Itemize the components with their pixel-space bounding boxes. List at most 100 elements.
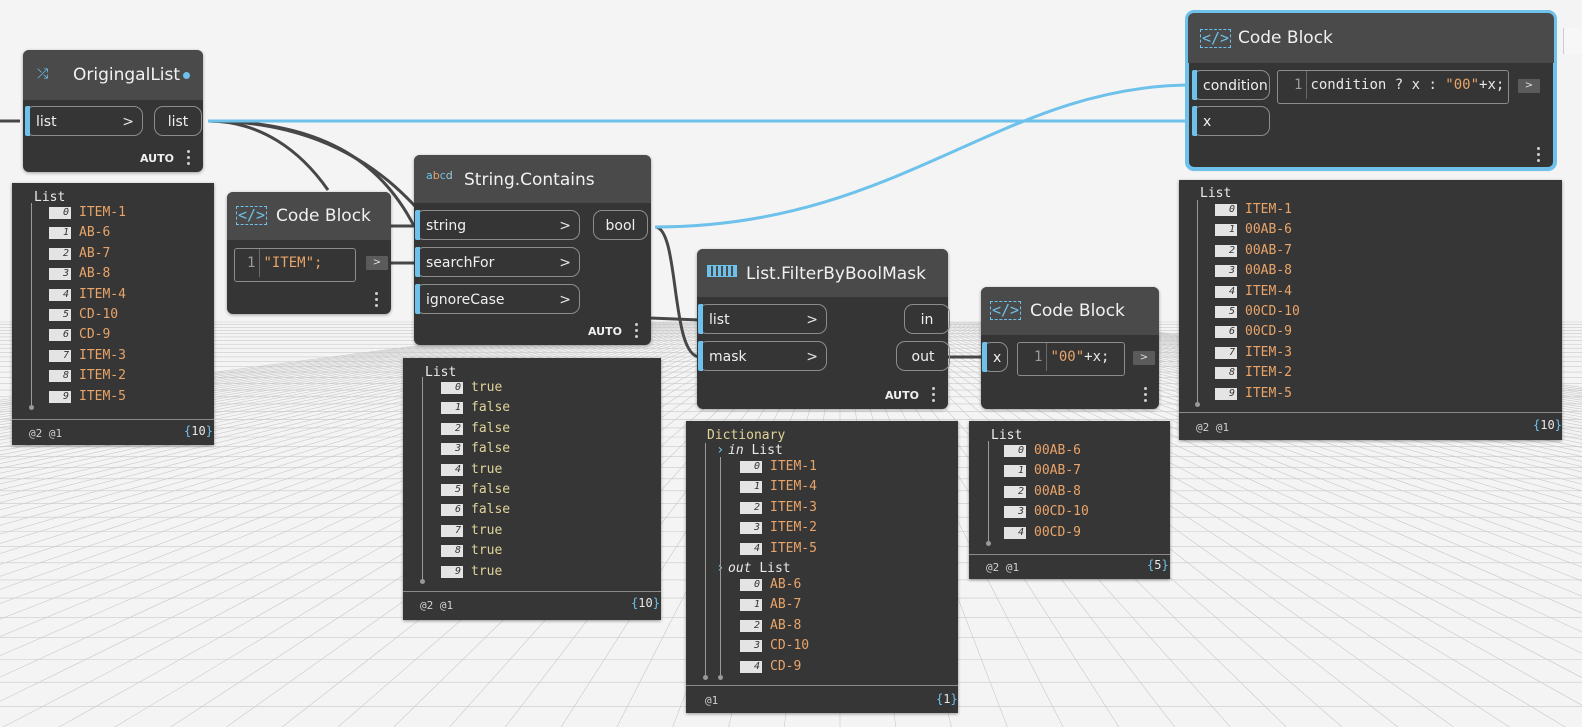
input-port-searchfor[interactable]: searchFor >	[415, 247, 580, 277]
lacing-label[interactable]: AUTO	[588, 325, 622, 338]
port-label: condition	[1203, 78, 1268, 94]
list-index: 6	[441, 504, 463, 517]
list-index: 4	[740, 660, 762, 673]
list-index: 0	[1215, 204, 1237, 216]
item-count: {10}	[184, 424, 213, 438]
codeblock-condition-node[interactable]: </> Code Block condition x 1 condition ? …	[1185, 10, 1557, 171]
originallist-node[interactable]: ⤮ OrigingalList list > list AUTO	[23, 50, 203, 172]
shuffle-icon: ⤮	[37, 66, 49, 82]
code-text: "ITEM";	[263, 255, 323, 271]
list-index: 9	[1215, 387, 1237, 400]
list-value: 00AB-7	[1245, 242, 1292, 258]
preview-string-contains[interactable]: List 0 true 1 false 2 false 3 false 4 true 5 false 6…	[403, 358, 661, 620]
list-levels: @2 @1	[29, 427, 63, 440]
list-index: 8	[441, 545, 463, 558]
dynamo-canvas[interactable]: ⤮ OrigingalList list > list AUTO </> Code…	[0, 0, 1582, 727]
codeblock-item-node[interactable]: </> Code Block 1 "ITEM"; >	[227, 192, 391, 314]
preview-prefix[interactable]: List 0 00AB-6 1 00AB-7 2 00AB-8 3 00CD-10 4 00CD-…	[969, 421, 1170, 579]
preview-filter-dictionary[interactable]: Dictionary › in List 0 ITEM-1 1 ITEM-4 2 ITEM…	[686, 421, 958, 713]
port-label: list	[709, 312, 730, 328]
more-options-icon[interactable]	[633, 323, 639, 341]
item-count: {10}	[631, 596, 660, 610]
string-contains-node[interactable]: abcd String.Contains string > searchFor > …	[414, 155, 651, 345]
node-title: List.FilterByBoolMask	[746, 264, 926, 284]
output-port-out[interactable]: out	[896, 341, 950, 371]
list-index: 7	[441, 524, 463, 537]
preview-title: List	[1200, 186, 1232, 201]
port-label: out	[911, 349, 935, 365]
output-port-run[interactable]: >	[1133, 351, 1155, 365]
input-port-list[interactable]: list >	[698, 304, 827, 334]
input-port-list[interactable]: list >	[25, 106, 143, 136]
output-port-run[interactable]: >	[1518, 79, 1540, 93]
code-editor[interactable]: 1 condition ? x : "00"+x;	[1277, 70, 1509, 104]
list-value: true	[471, 563, 503, 579]
preview-footer	[12, 419, 214, 420]
input-port-x[interactable]: x	[1192, 106, 1270, 136]
preview-originallist[interactable]: List 0 ITEM-1 1 AB-6 2 AB-7 3 AB-8 4 ITEM-4 5 CD-10…	[12, 183, 214, 445]
item-count-value: 10	[191, 424, 206, 438]
tree-line	[422, 377, 423, 579]
output-port-in[interactable]: in	[904, 304, 950, 334]
list-value: AB-8	[79, 266, 111, 282]
list-index: 4	[441, 463, 463, 476]
chevron-right-icon: >	[122, 114, 134, 130]
code-editor[interactable]: 1 "ITEM";	[234, 248, 356, 282]
chevron-right-icon: >	[559, 255, 571, 271]
preview-title: List	[991, 428, 1023, 443]
code-block-icon: </>	[236, 206, 268, 225]
more-options-icon[interactable]	[930, 387, 936, 405]
list-index: 0	[49, 207, 71, 219]
list-index: 0	[740, 579, 762, 591]
preview-footer	[1179, 412, 1562, 413]
preview-condition[interactable]: List 0 ITEM-1 1 00AB-6 2 00AB-7 3 00AB-8 4 ITEM-4…	[1179, 180, 1562, 440]
list-value: ITEM-5	[79, 388, 126, 404]
list-value: 00CD-9	[1245, 324, 1292, 340]
more-options-icon[interactable]	[185, 150, 191, 168]
lacing-label[interactable]: AUTO	[885, 389, 919, 402]
list-levels: @2 @1	[1196, 421, 1230, 434]
list-index: 2	[1215, 244, 1237, 257]
list-value: ITEM-4	[770, 479, 817, 495]
key-type: List	[759, 561, 791, 576]
list-index: 4	[740, 542, 762, 555]
lacing-label[interactable]: AUTO	[140, 152, 174, 165]
list-value: ITEM-2	[770, 520, 817, 536]
list-index: 2	[441, 422, 463, 435]
code-string: "00"	[1050, 349, 1085, 365]
list-value: AB-7	[79, 245, 111, 261]
port-label: ignoreCase	[426, 292, 505, 308]
side-panel-tab[interactable]	[1563, 28, 1582, 54]
tree-end-dot	[718, 675, 723, 680]
input-port-mask[interactable]: mask >	[698, 341, 827, 371]
preview-title: Dictionary	[707, 428, 786, 443]
output-port-run[interactable]: >	[366, 256, 388, 270]
code-editor[interactable]: 1 "00"+x;	[1017, 342, 1125, 376]
list-value: 00AB-8	[1245, 263, 1292, 279]
list-value: ITEM-5	[1245, 385, 1292, 401]
list-index: 8	[1215, 367, 1237, 380]
list-index: 8	[49, 370, 71, 383]
key-type: List	[751, 443, 783, 458]
codeblock-prefix-node[interactable]: </> Code Block x 1 "00"+x; >	[981, 287, 1159, 409]
list-index: 0	[441, 382, 463, 394]
more-options-icon[interactable]	[373, 292, 379, 310]
input-port-condition[interactable]: condition	[1192, 70, 1270, 100]
key-name: in	[728, 443, 744, 458]
item-count: {10}	[1533, 418, 1562, 432]
filter-by-bool-mask-node[interactable]: List.FilterByBoolMask list > mask > in out…	[697, 249, 950, 409]
list-index: 5	[49, 309, 71, 321]
list-index: 3	[1004, 506, 1026, 519]
more-options-icon[interactable]	[1535, 147, 1541, 165]
input-port-string[interactable]: string >	[415, 210, 580, 240]
code-text: condition ? x :	[1310, 77, 1446, 93]
output-port-list[interactable]: list	[154, 106, 202, 136]
output-port-bool[interactable]: bool	[593, 210, 648, 240]
port-label: x	[1203, 114, 1212, 130]
tree-line	[705, 443, 706, 675]
input-port-x[interactable]: x	[982, 342, 1008, 372]
tree-line	[720, 457, 721, 675]
input-port-ignorecase[interactable]: ignoreCase >	[415, 284, 580, 314]
chevron-right-icon[interactable]: ›	[716, 442, 724, 458]
more-options-icon[interactable]	[1142, 387, 1148, 405]
